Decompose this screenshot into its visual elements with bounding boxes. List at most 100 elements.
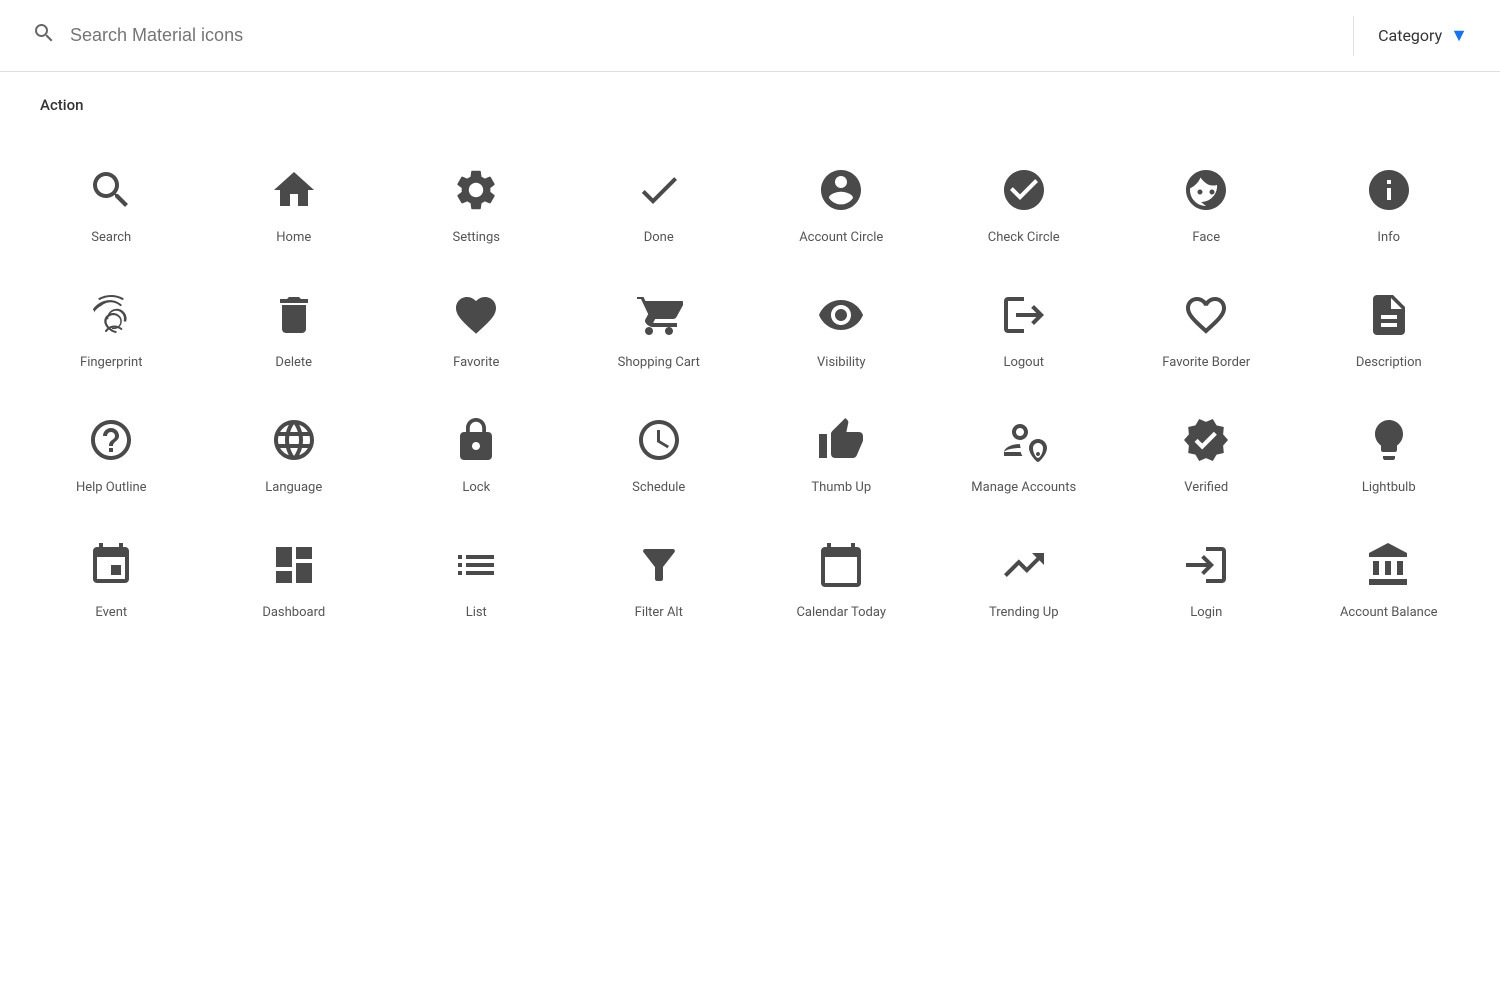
icon-label: Filter Alt (635, 605, 683, 622)
icon-label: List (466, 605, 487, 622)
icon-cell-list[interactable]: List (385, 513, 568, 638)
lightbulb-icon (1361, 412, 1417, 468)
icon-cell-manage-accounts[interactable]: Manage Accounts (933, 388, 1116, 513)
icon-label: Face (1192, 230, 1220, 247)
icon-cell-event[interactable]: Event (20, 513, 203, 638)
icon-label: Help Outline (76, 480, 147, 497)
done-icon (631, 162, 687, 218)
face-icon (1178, 162, 1234, 218)
icon-cell-visibility[interactable]: Visibility (750, 263, 933, 388)
lock-icon (448, 412, 504, 468)
icon-cell-filter-alt[interactable]: Filter Alt (568, 513, 751, 638)
icon-cell-lightbulb[interactable]: Lightbulb (1298, 388, 1481, 513)
check-circle-icon (996, 162, 1052, 218)
search-icon (83, 162, 139, 218)
thumb-up-icon (813, 412, 869, 468)
icon-label: Favorite Border (1162, 355, 1250, 372)
icon-cell-login[interactable]: Login (1115, 513, 1298, 638)
icon-cell-done[interactable]: Done (568, 138, 751, 263)
visibility-icon (813, 287, 869, 343)
icon-cell-lock[interactable]: Lock (385, 388, 568, 513)
list-icon (448, 537, 504, 593)
icon-label: Home (276, 230, 311, 247)
icon-label: Check Circle (988, 230, 1060, 247)
info-icon (1361, 162, 1417, 218)
icon-label: Description (1356, 355, 1422, 372)
icon-cell-face[interactable]: Face (1115, 138, 1298, 263)
event-icon (83, 537, 139, 593)
section-title: Action (0, 72, 1500, 122)
icon-label: Dashboard (262, 605, 325, 622)
icon-cell-info[interactable]: Info (1298, 138, 1481, 263)
calendar-today-icon (813, 537, 869, 593)
icon-label: Thumb Up (811, 480, 871, 497)
icon-cell-favorite[interactable]: Favorite (385, 263, 568, 388)
icon-label: Verified (1184, 480, 1228, 497)
icon-label: Lightbulb (1362, 480, 1416, 497)
icon-cell-dashboard[interactable]: Dashboard (203, 513, 386, 638)
icon-label: Manage Accounts (971, 480, 1076, 497)
category-dropdown[interactable]: Category ▼ (1378, 25, 1468, 46)
icon-cell-schedule[interactable]: Schedule (568, 388, 751, 513)
icon-cell-logout[interactable]: Logout (933, 263, 1116, 388)
icon-label: Trending Up (989, 605, 1059, 622)
icon-label: Fingerprint (80, 355, 142, 372)
icon-cell-calendar-today[interactable]: Calendar Today (750, 513, 933, 638)
delete-icon (266, 287, 322, 343)
icon-grid: Search Home Settings Done Account Circle… (0, 122, 1500, 654)
icon-label: Shopping Cart (618, 355, 700, 372)
category-label: Category (1378, 26, 1442, 45)
icon-label: Event (95, 605, 127, 622)
account-circle-icon (813, 162, 869, 218)
icon-cell-account-balance[interactable]: Account Balance (1298, 513, 1481, 638)
icon-label: Account Balance (1340, 605, 1438, 622)
search-icon (32, 21, 56, 51)
shopping-cart-icon (631, 287, 687, 343)
icon-label: Favorite (453, 355, 499, 372)
language-icon (266, 412, 322, 468)
icon-label: Done (644, 230, 674, 247)
logout-icon (996, 287, 1052, 343)
fingerprint-icon (83, 287, 139, 343)
icon-cell-account-circle[interactable]: Account Circle (750, 138, 933, 263)
icon-label: Calendar Today (796, 605, 886, 622)
icon-cell-search[interactable]: Search (20, 138, 203, 263)
icon-cell-fingerprint[interactable]: Fingerprint (20, 263, 203, 388)
trending-up-icon (996, 537, 1052, 593)
search-input[interactable] (70, 25, 1329, 46)
header: Category ▼ (0, 0, 1500, 72)
dashboard-icon (266, 537, 322, 593)
icon-cell-delete[interactable]: Delete (203, 263, 386, 388)
favorite-border-icon (1178, 287, 1234, 343)
login-icon (1178, 537, 1234, 593)
icon-label: Lock (462, 480, 490, 497)
icon-cell-shopping-cart[interactable]: Shopping Cart (568, 263, 751, 388)
icon-label: Search (91, 230, 131, 247)
icon-label: Login (1190, 605, 1222, 622)
icon-cell-trending-up[interactable]: Trending Up (933, 513, 1116, 638)
settings-icon (448, 162, 504, 218)
icon-label: Language (265, 480, 322, 497)
icon-cell-favorite-border[interactable]: Favorite Border (1115, 263, 1298, 388)
icon-cell-check-circle[interactable]: Check Circle (933, 138, 1116, 263)
icon-cell-language[interactable]: Language (203, 388, 386, 513)
icon-cell-description[interactable]: Description (1298, 263, 1481, 388)
icon-cell-thumb-up[interactable]: Thumb Up (750, 388, 933, 513)
icon-cell-home[interactable]: Home (203, 138, 386, 263)
verified-icon (1178, 412, 1234, 468)
icon-label: Schedule (632, 480, 685, 497)
icon-label: Account Circle (799, 230, 883, 247)
chevron-down-icon: ▼ (1450, 25, 1468, 46)
icon-label: Info (1377, 230, 1400, 247)
account-balance-icon (1361, 537, 1417, 593)
icon-label: Settings (453, 230, 500, 247)
icon-cell-settings[interactable]: Settings (385, 138, 568, 263)
header-divider (1353, 16, 1354, 56)
icon-label: Visibility (817, 355, 866, 372)
schedule-icon (631, 412, 687, 468)
favorite-icon (448, 287, 504, 343)
icon-cell-verified[interactable]: Verified (1115, 388, 1298, 513)
filter-alt-icon (631, 537, 687, 593)
icon-label: Logout (1003, 355, 1044, 372)
icon-cell-help-outline[interactable]: Help Outline (20, 388, 203, 513)
